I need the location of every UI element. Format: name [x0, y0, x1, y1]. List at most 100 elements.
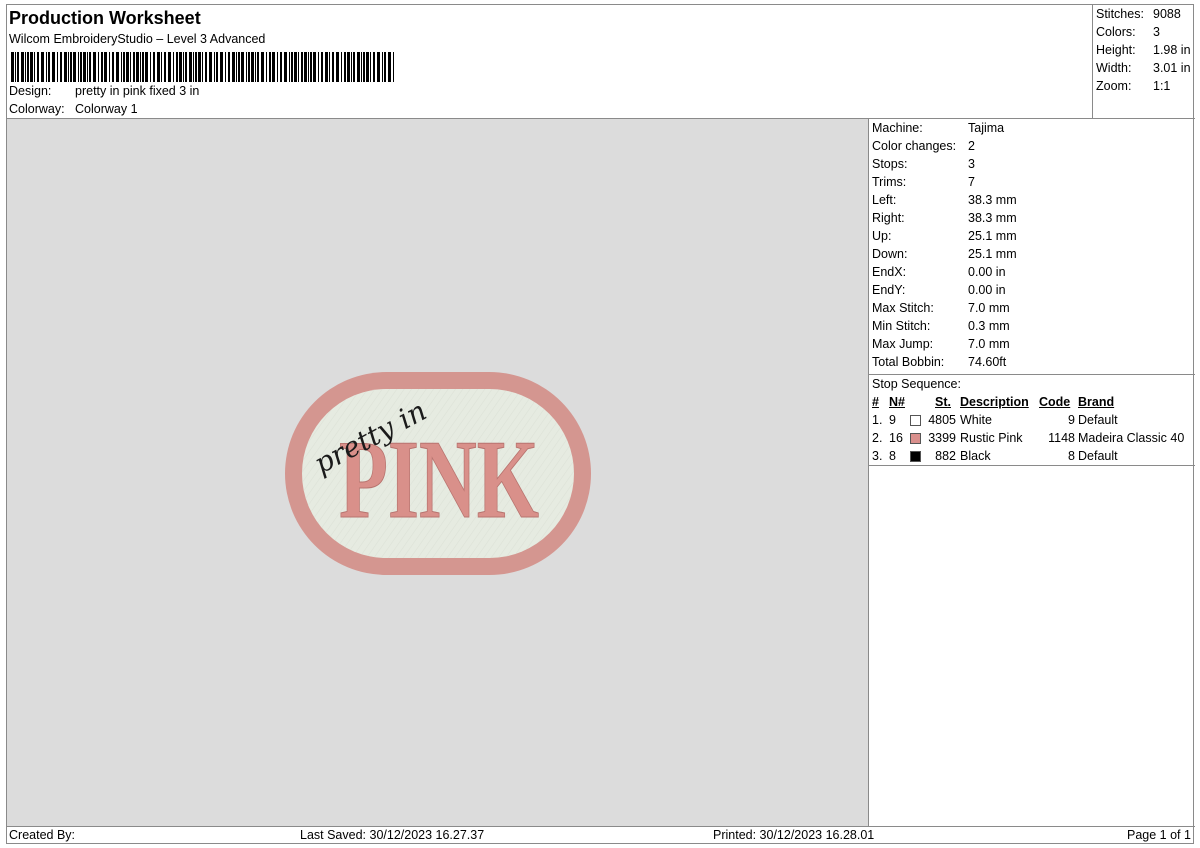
colorway-row: Colorway: Colorway 1 [9, 102, 138, 116]
spec-value: 25.1 mm [968, 247, 1017, 261]
barcode-bar [133, 52, 135, 82]
barcode-bar [321, 52, 323, 82]
barcode-bar [41, 52, 44, 82]
spec-row: Right: 38.3 mm [872, 211, 1017, 225]
barcode-bar [248, 52, 250, 82]
spec-value: 74.60ft [968, 355, 1007, 369]
barcode-bar [123, 52, 125, 82]
barcode-bar [68, 52, 69, 82]
spec-row: EndX: 0.00 in [872, 265, 1006, 279]
barcode-bar [384, 52, 386, 82]
barcode-bar [353, 52, 355, 82]
row-stitches: 4805 [928, 413, 956, 427]
worksheet-footer: Created By: Last Saved: 30/12/2023 16.27… [7, 827, 1195, 844]
barcode-bar [48, 52, 50, 82]
summary-width: Width: 3.01 in [1096, 61, 1191, 75]
barcode-bar [318, 52, 319, 82]
barcode-bar [370, 52, 371, 82]
barcode-bar [145, 52, 148, 82]
printed-date: Printed: 30/12/2023 16.28.01 [713, 828, 875, 842]
barcode-bar [153, 52, 155, 82]
barcode-bar [344, 52, 346, 82]
summary-label: Height: [1096, 43, 1136, 57]
page-number: Page 1 of 1 [1127, 828, 1191, 842]
row-code: 1148 [1048, 431, 1075, 445]
barcode-bar [291, 52, 293, 82]
spec-row: Total Bobbin: 74.60ft [872, 355, 1006, 369]
worksheet-frame: Production Worksheet Wilcom EmbroiderySt… [6, 4, 1195, 844]
barcode-bar [257, 52, 259, 82]
barcode-bar [225, 52, 226, 82]
design-name: pretty in pink fixed 3 in [75, 84, 200, 98]
spec-value: 7 [968, 175, 975, 189]
barcode-bar [60, 52, 62, 82]
barcode-bar [101, 52, 103, 82]
spec-label: Color changes: [872, 139, 957, 153]
row-needle: 9 [889, 413, 896, 427]
row-needle: 8 [889, 449, 896, 463]
row-code: 9 [1068, 413, 1075, 427]
barcode-bar [173, 52, 174, 82]
barcode-bar [93, 52, 96, 82]
summary-panel: Stitches: 9088 Colors: 3 Height: 1.98 in Wi… [1093, 5, 1195, 119]
spec-row: Stops: 3 [872, 157, 975, 171]
barcode-bar [57, 52, 58, 82]
row-brand: Default [1078, 449, 1118, 463]
summary-value: 3.01 in [1153, 61, 1191, 75]
barcode-bar [195, 52, 197, 82]
row-brand: Madeira Classic 40 [1078, 431, 1185, 445]
col-num: # [872, 395, 879, 409]
spec-row: Down: 25.1 mm [872, 247, 1017, 261]
barcode-bar [126, 52, 129, 82]
barcode-bar [183, 52, 184, 82]
barcode-bar [377, 52, 380, 82]
barcode-bar [301, 52, 303, 82]
spec-value: Tajima [968, 121, 1005, 135]
barcode-bar [216, 52, 218, 82]
barcode-bar [363, 52, 365, 82]
barcode-bar [325, 52, 328, 82]
barcode-bar [393, 52, 394, 82]
barcode-bar [236, 52, 237, 82]
summary-colors: Colors: 3 [1096, 25, 1160, 39]
col-description: Description [960, 395, 1029, 409]
summary-label: Zoom: [1096, 79, 1132, 93]
spec-label: Trims: [872, 175, 907, 189]
col-n: N# [889, 395, 905, 409]
barcode-bar [308, 52, 309, 82]
barcode-bar [220, 52, 223, 82]
barcode-bar [25, 52, 26, 82]
barcode-bar [289, 52, 290, 82]
spec-label: EndX: [872, 265, 907, 279]
spec-row: Max Stitch: 7.0 mm [872, 301, 1010, 315]
barcode-bar [130, 52, 131, 82]
barcode-bar [373, 52, 375, 82]
barcode-bar [34, 52, 35, 82]
spec-value: 0.00 in [968, 283, 1006, 297]
barcode-bar [64, 52, 67, 82]
barcode-bar [209, 52, 212, 82]
barcode-bar [185, 52, 187, 82]
barcode-bar [388, 52, 391, 82]
design-canvas[interactable]: PINK pretty in [7, 119, 869, 827]
barcode-bar [89, 52, 91, 82]
col-brand: Brand [1078, 395, 1115, 409]
barcode-bar [341, 52, 342, 82]
barcode-bar [136, 52, 139, 82]
col-st: St. [935, 395, 951, 409]
barcode-bar [15, 52, 16, 82]
spec-label: Stops: [872, 157, 908, 171]
barcode-bar [193, 52, 194, 82]
barcode-bar [168, 52, 171, 82]
barcode-bar [70, 52, 72, 82]
row-description: Black [960, 449, 991, 463]
barcode-bar [37, 52, 39, 82]
created-by: Created By: [9, 828, 76, 842]
colorway-name: Colorway 1 [75, 102, 138, 116]
barcode-bar [142, 52, 144, 82]
embroidery-design: PINK pretty in [285, 372, 591, 575]
spec-value: 25.1 mm [968, 229, 1017, 243]
summary-zoom: Zoom: 1:1 [1096, 79, 1170, 93]
spec-row: Min Stitch: 0.3 mm [872, 319, 1010, 333]
barcode-bar [80, 52, 82, 82]
